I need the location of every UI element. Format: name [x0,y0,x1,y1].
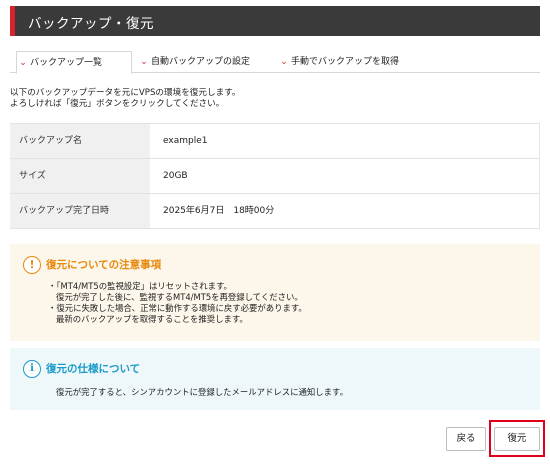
table-row: サイズ 20GB [10,159,540,194]
chevron-down-icon: ⌄ [140,57,148,67]
exclamation-icon: ! [23,256,41,274]
chevron-down-icon: ⌄ [280,57,288,67]
spec-title: 復元の仕様について [46,363,141,375]
tab-label: バックアップ一覧 [30,58,103,68]
restore-button[interactable]: 復元 [494,427,540,451]
tab-label: 自動バックアップの設定 [151,57,251,67]
chevron-down-icon: ⌄ [19,58,27,68]
info-icon: i [23,360,41,378]
intro-line: よろしければ「復元」ボタンをクリックしてください。 [10,99,225,109]
caution-line: ・復元に失敗した場合、正常に動作する環境に戻す必要があります。 [48,303,307,313]
page-title: バックアップ・復元 [28,16,154,32]
backup-completed-value: 2025年6月7日 18時00分 [150,194,540,228]
row-label: バックアップ名 [10,124,150,158]
spec-body: 復元が完了すると、シンアカウントに登録したメールアドレスに通知します。 [56,387,348,397]
backup-info-table: バックアップ名 example1 サイズ 20GB バックアップ完了日時 202… [10,123,540,229]
backup-size-value: 20GB [150,159,540,193]
intro-line: 以下のバックアップデータを元にVPSの環境を復元します。 [10,88,241,98]
tab-label: 手動でバックアップを取得 [291,57,400,67]
caution-line: 復元が完了した後に、監視するMT4/MT5を再登録してください。 [56,292,303,302]
tab-bar: ⌄ バックアップ一覧 ⌄ 自動バックアップの設定 ⌄ 手動でバックアップを取得 [10,51,540,74]
restore-spec-box: i 復元の仕様について 復元が完了すると、シンアカウントに登録したメールアドレス… [10,348,540,410]
row-label: サイズ [10,159,150,193]
caution-body: ・「MT4/MT5の監視設定」はリセットされます。 復元が完了した後に、監視する… [48,281,307,325]
table-row: バックアップ完了日時 2025年6月7日 18時00分 [10,194,540,229]
restore-caution-box: ! 復元についての注意事項 ・「MT4/MT5の監視設定」はリセットされます。 … [10,244,540,341]
caution-line: 最新のバックアップを取得することを推奨します。 [56,314,248,324]
tab-backup-list[interactable]: ⌄ バックアップ一覧 [16,51,132,74]
page-header: バックアップ・復元 [10,6,540,36]
tab-manual-backup[interactable]: ⌄ 手動でバックアップを取得 [278,51,399,73]
caution-title: 復元についての注意事項 [46,259,162,271]
tab-auto-backup-settings[interactable]: ⌄ 自動バックアップの設定 [138,51,250,73]
caution-line: ・「MT4/MT5の監視設定」はリセットされます。 [48,281,232,291]
back-button[interactable]: 戻る [446,427,486,451]
table-row: バックアップ名 example1 [10,124,540,159]
row-label: バックアップ完了日時 [10,194,150,228]
backup-name-value: example1 [150,124,540,158]
intro-text: 以下のバックアップデータを元にVPSの環境を復元します。 よろしければ「復元」ボ… [10,88,241,110]
